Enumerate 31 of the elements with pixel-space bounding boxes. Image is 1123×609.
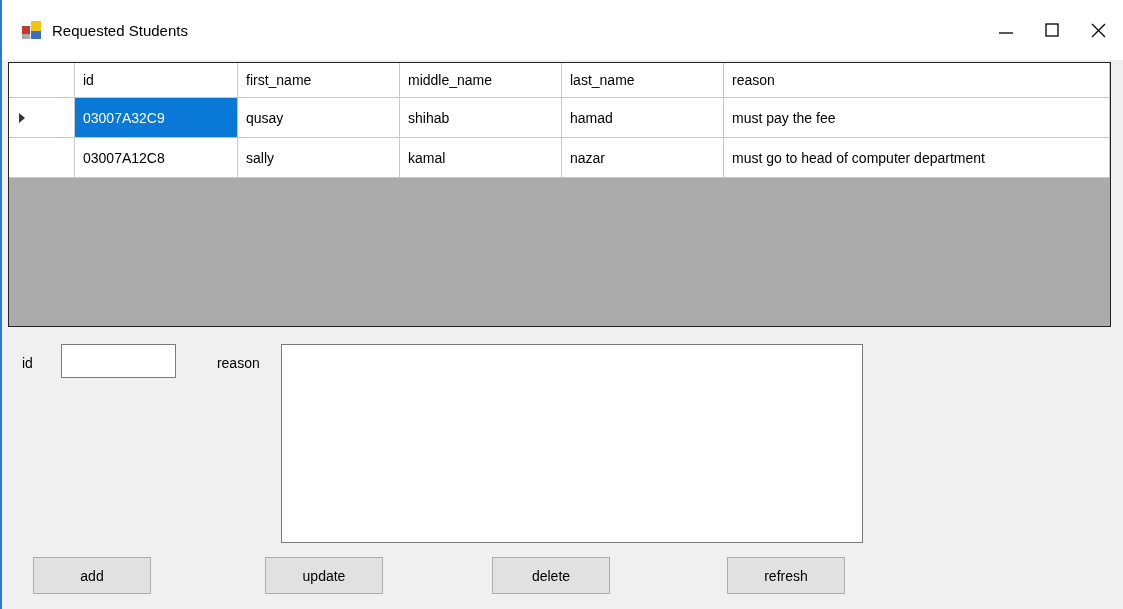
column-header[interactable]: last_name bbox=[562, 63, 724, 98]
maximize-icon bbox=[1045, 23, 1059, 37]
table-cell: nazar bbox=[562, 138, 724, 178]
table-cell: must go to head of computer department bbox=[724, 138, 1110, 178]
table-cell: shihab bbox=[400, 98, 562, 138]
row-header[interactable] bbox=[9, 138, 75, 178]
action-button[interactable]: refresh bbox=[727, 557, 845, 594]
field-label: reason bbox=[216, 355, 260, 371]
table-cell: hamad bbox=[562, 98, 724, 138]
close-icon bbox=[1090, 22, 1106, 38]
column-header[interactable]: first_name bbox=[238, 63, 400, 98]
action-button[interactable]: add bbox=[33, 557, 151, 594]
table-cell: qusay bbox=[238, 98, 400, 138]
reason-field[interactable] bbox=[280, 344, 863, 543]
table-cell: 03007A12C8 bbox=[75, 138, 238, 178]
id-field[interactable] bbox=[60, 344, 176, 378]
row-header[interactable] bbox=[9, 98, 75, 138]
column-header[interactable]: id bbox=[75, 63, 238, 98]
table-cell: must pay the fee bbox=[724, 98, 1110, 138]
column-header[interactable]: middle_name bbox=[400, 63, 562, 98]
column-header[interactable]: reason bbox=[724, 63, 1110, 98]
minimize-icon bbox=[999, 32, 1013, 34]
window-title: Requested Students bbox=[52, 21, 188, 39]
corner-header[interactable] bbox=[9, 63, 75, 98]
field-label: id bbox=[22, 355, 33, 371]
table-cell: 03007A32C9 bbox=[75, 98, 238, 138]
action-button[interactable]: update bbox=[265, 557, 383, 594]
table-cell: kamal bbox=[400, 138, 562, 178]
action-button[interactable]: delete bbox=[492, 557, 610, 594]
table-cell: sally bbox=[238, 138, 400, 178]
app-icon bbox=[22, 21, 42, 39]
